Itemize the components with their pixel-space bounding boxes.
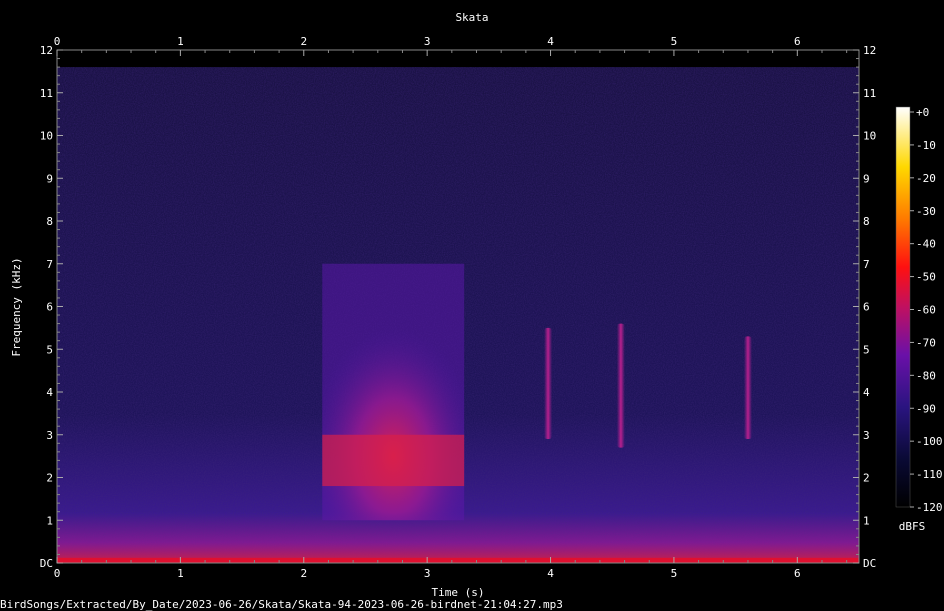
y-tick-label: 11 <box>863 87 876 100</box>
x-tick-label: 5 <box>671 567 678 580</box>
y-tick-label: DC <box>863 557 876 570</box>
y-tick-label: 10 <box>863 130 876 143</box>
y-tick-label: 2 <box>46 472 53 485</box>
y-tick-label: 6 <box>863 301 870 314</box>
y-tick-label: 8 <box>863 215 870 228</box>
y-tick-label: 11 <box>40 87 53 100</box>
spectrogram-plot-area <box>57 50 859 563</box>
y-tick-label: 9 <box>863 172 870 185</box>
colorbar-tick-label: +0 <box>916 106 929 119</box>
x-tick-label: 1 <box>177 35 184 48</box>
x-tick-label: 2 <box>300 35 307 48</box>
y-tick-label: 4 <box>863 386 870 399</box>
colorbar-tick-label: -80 <box>916 369 936 382</box>
y-tick-label: 12 <box>40 44 53 57</box>
colorbar-tick-label: -30 <box>916 205 936 218</box>
x-tick-label: 5 <box>671 35 678 48</box>
y-tick-label: 2 <box>863 472 870 485</box>
call-trace <box>743 336 752 440</box>
y-tick-label: 5 <box>863 343 870 356</box>
chart-title: Skata <box>455 11 488 24</box>
call-trace <box>544 327 553 440</box>
colorbar-tick-label: -20 <box>916 172 936 185</box>
x-tick-label: 1 <box>177 567 184 580</box>
colorbar-ticks: +0 -10 -20 -30 -40 -50 -60 -70 -80 -90 -100 -110 -12… <box>910 106 943 514</box>
y-tick-label: DC <box>40 557 53 570</box>
y-tick-label: 10 <box>40 130 53 143</box>
x-tick-label: 2 <box>300 567 307 580</box>
colorbar-tick-label: -100 <box>916 435 943 448</box>
y-tick-label: 5 <box>46 343 53 356</box>
colorbar-tick-label: -40 <box>916 238 936 251</box>
colorbar-tick-label: -10 <box>916 139 936 152</box>
y-axis-label: Frequency (kHz) <box>10 257 23 356</box>
y-tick-label: 12 <box>863 44 876 57</box>
colorbar-tick-label: -70 <box>916 336 936 349</box>
x-tick-label: 0 <box>54 35 61 48</box>
y-tick-label: 7 <box>863 258 870 271</box>
colorbar-tick-label: -60 <box>916 304 936 317</box>
colorbar-gradient <box>895 106 911 508</box>
burst-body <box>322 306 465 521</box>
burst-peak <box>322 434 465 487</box>
colorbar-label: dBFS <box>899 520 926 533</box>
x-tick-label: 3 <box>424 567 431 580</box>
colorbar-tick-label: -50 <box>916 271 936 284</box>
y-tick-label: 7 <box>46 258 53 271</box>
colorbar: +0 -10 -20 -30 -40 -50 -60 -70 -80 -90 -100 -110 -12… <box>895 106 943 533</box>
x-tick-label: 6 <box>794 567 801 580</box>
dc-band <box>57 557 859 563</box>
y-tick-label: 1 <box>46 514 53 527</box>
x-tick-label: 0 <box>54 567 61 580</box>
low-band-noise <box>57 511 859 563</box>
colorbar-tick-label: -120 <box>916 501 943 514</box>
colorbar-tick-label: -90 <box>916 402 936 415</box>
x-tick-label: 4 <box>547 567 554 580</box>
colorbar-tick-label: -110 <box>916 468 943 481</box>
x-tick-label: 4 <box>547 35 554 48</box>
y-tick-label: 8 <box>46 215 53 228</box>
y-tick-label: 1 <box>863 514 870 527</box>
y-tick-label: 3 <box>863 429 870 442</box>
spectrogram-chart: Skata 0123456 0123456 DC123456789101112 … <box>10 11 943 599</box>
y-tick-label: 6 <box>46 301 53 314</box>
y-tick-label: 3 <box>46 429 53 442</box>
x-tick-label: 3 <box>424 35 431 48</box>
y-tick-label: 4 <box>46 386 53 399</box>
call-trace <box>616 323 625 448</box>
x-tick-label: 6 <box>794 35 801 48</box>
y-tick-label: 9 <box>46 172 53 185</box>
file-path-footer: BirdSongs/Extracted/By_Date/2023-06-26/S… <box>0 598 563 611</box>
